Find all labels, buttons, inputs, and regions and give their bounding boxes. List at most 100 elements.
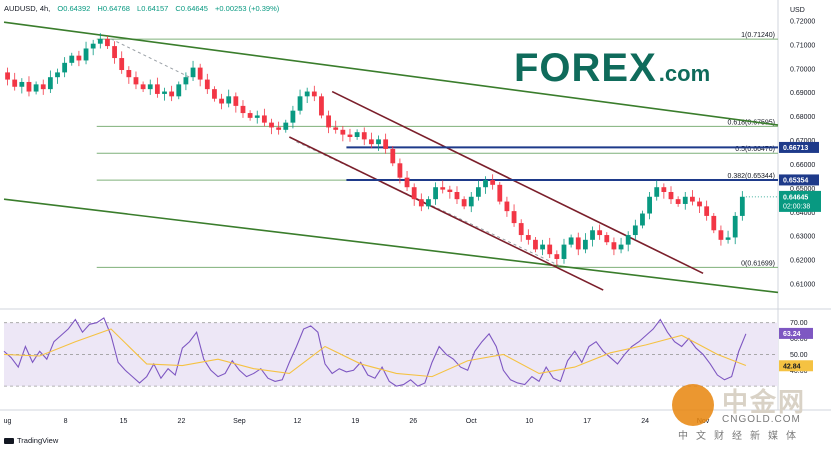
candle — [276, 121, 282, 135]
candle-body — [490, 180, 496, 185]
candle — [447, 185, 453, 199]
candle — [582, 233, 588, 254]
cngold-domain: CNGOLD.COM — [722, 414, 801, 425]
candle — [426, 196, 431, 210]
candle-body — [368, 139, 374, 145]
candle — [62, 57, 68, 78]
cngold-watermark: 中金网 CNGOLD.COM 中文财经新媒体 — [668, 378, 828, 444]
candle-body — [518, 223, 524, 236]
candle-body — [618, 244, 624, 250]
tradingview-label: TradingView — [17, 436, 59, 445]
candle-body — [711, 215, 717, 231]
candle — [154, 77, 160, 98]
candle — [304, 87, 310, 104]
candle — [254, 110, 260, 124]
candle-body — [340, 129, 346, 135]
candle — [147, 79, 153, 95]
tradingview-logo[interactable]: TradingView — [4, 436, 58, 445]
candle — [183, 72, 189, 91]
candle — [176, 81, 182, 100]
currency-label: USD — [790, 7, 805, 14]
candle — [568, 234, 574, 248]
candle — [140, 81, 146, 93]
candle-body — [383, 139, 389, 149]
candle — [240, 100, 246, 118]
candle — [19, 78, 25, 94]
candle — [739, 191, 745, 221]
candle — [105, 36, 110, 49]
candle — [226, 89, 232, 108]
time-tick-label: ug — [4, 418, 12, 425]
candle — [689, 190, 695, 206]
candle-body — [632, 225, 638, 236]
candle-body — [40, 84, 46, 90]
candle-body — [704, 206, 710, 216]
cngold-circle-icon — [672, 384, 714, 426]
candle-body — [204, 79, 210, 90]
candle-body — [540, 244, 545, 250]
candle — [518, 219, 524, 242]
candle-body — [411, 187, 417, 200]
candle-body — [183, 77, 189, 85]
candle-body — [333, 127, 339, 130]
candle-body — [226, 96, 232, 104]
candle-body — [640, 213, 645, 226]
candle-body — [90, 43, 96, 49]
candle-body — [347, 134, 353, 137]
time-tick-label: 15 — [120, 418, 128, 425]
candle-body — [254, 115, 260, 118]
candle — [497, 181, 503, 205]
candle — [361, 127, 367, 146]
candle — [126, 66, 132, 84]
candle-body — [83, 48, 89, 61]
candle-body — [433, 187, 438, 200]
candle-body — [590, 230, 595, 240]
price-tick-label: 0.68000 — [790, 114, 815, 121]
candle-body — [290, 110, 296, 123]
fib-level-label: 1(0.71240) — [741, 32, 775, 39]
tradingview-mark-icon — [4, 437, 14, 444]
candle — [333, 120, 339, 134]
candle — [55, 68, 60, 84]
price-tick-label: 0.72000 — [790, 18, 815, 25]
price-tick-label: 0.70000 — [790, 66, 815, 73]
candle-body — [647, 196, 652, 214]
candle-body — [554, 254, 560, 259]
candle — [597, 224, 603, 240]
price-tick-label: 0.69000 — [790, 90, 815, 97]
candle-body — [119, 58, 125, 71]
candle-body — [582, 239, 588, 250]
symbol-label: AUDUSD, 4h, — [4, 4, 51, 13]
candle-body — [176, 84, 182, 97]
candle — [668, 186, 674, 204]
candle-body — [468, 196, 474, 207]
candle — [454, 186, 460, 204]
candle — [290, 105, 296, 129]
candle — [561, 238, 567, 264]
candle-body — [440, 187, 446, 190]
candle-body — [247, 113, 253, 118]
candle-body — [390, 148, 396, 164]
candle-body — [326, 115, 331, 128]
candle — [704, 200, 710, 221]
candle-body — [697, 201, 702, 207]
candle-body — [525, 235, 531, 240]
fib-level-label: 0(0.61699) — [741, 260, 775, 267]
candle — [383, 133, 389, 154]
candle-body — [426, 199, 431, 207]
candle — [169, 85, 175, 102]
candle-body — [212, 89, 217, 99]
change-value: +0.00253 (+0.39%) — [215, 4, 280, 13]
candle-body — [354, 132, 360, 137]
time-tick-label: Sep — [233, 418, 246, 425]
candle-body — [319, 96, 324, 116]
candle — [661, 183, 667, 199]
candle-body — [397, 163, 403, 178]
candle — [162, 87, 167, 101]
candle — [233, 92, 239, 113]
candle-body — [33, 84, 39, 92]
price-tick-label: 0.62000 — [790, 258, 815, 265]
candle — [219, 93, 224, 110]
rsi-tick-label: 50.00 — [790, 352, 808, 359]
candle — [40, 79, 46, 95]
